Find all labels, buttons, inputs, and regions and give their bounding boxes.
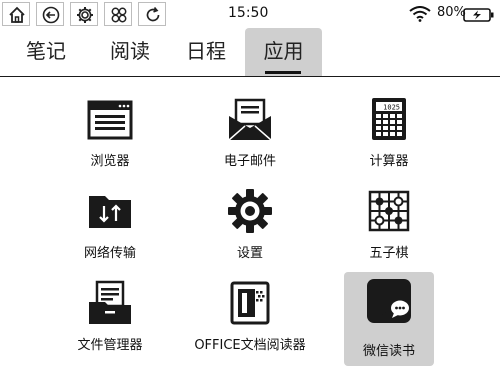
back-button[interactable]	[36, 2, 64, 26]
gomoku-board-icon	[368, 190, 410, 232]
mail-icon	[228, 98, 272, 141]
app-label: 文件管理器	[77, 338, 143, 353]
app-label: 浏览器	[90, 154, 130, 169]
browser-icon	[87, 100, 133, 140]
transfer-folder-icon	[89, 196, 131, 228]
app-gomoku[interactable]: 五子棋	[344, 186, 434, 274]
app-label: 电子邮件	[223, 154, 276, 169]
app-label: 计算器	[369, 154, 409, 169]
app-launcher-screen: 15:50 80% 笔记 阅读 日程 应用 浏览器 电子邮件 1025 计算器 …	[0, 0, 500, 367]
apps-button[interactable]	[104, 2, 132, 26]
app-network-transfer[interactable]: 网络传输	[65, 186, 155, 274]
tab-apps[interactable]: 应用	[245, 28, 322, 76]
calculator-icon: 1025	[372, 98, 406, 140]
app-label: 微信读书	[362, 344, 415, 359]
gear-icon	[228, 189, 272, 233]
battery-percentage: 80%	[437, 5, 466, 20]
calculator-display: 1025	[383, 104, 400, 112]
home-button[interactable]	[2, 2, 30, 26]
office-reader-icon	[230, 281, 270, 325]
home-icon	[9, 6, 25, 23]
gear-icon	[77, 7, 93, 23]
active-tab-indicator	[265, 71, 301, 74]
wechat-read-icon	[367, 279, 411, 323]
app-office-reader[interactable]: OFFICE文档阅读器	[194, 278, 306, 366]
file-manager-icon	[89, 280, 131, 324]
app-settings[interactable]: 设置	[205, 186, 295, 274]
settings-button[interactable]	[70, 2, 98, 26]
tab-notes[interactable]: 笔记	[14, 28, 78, 76]
app-label: 设置	[236, 246, 263, 261]
tab-schedule[interactable]: 日程	[174, 28, 238, 76]
app-file-manager[interactable]: 文件管理器	[65, 278, 155, 366]
tab-bar: 笔记 阅读 日程 应用	[0, 28, 500, 77]
clover-grid-icon	[111, 7, 127, 23]
status-bar: 15:50 80%	[0, 0, 500, 29]
tab-reading[interactable]: 阅读	[98, 28, 162, 76]
app-label: OFFICE文档阅读器	[194, 338, 306, 353]
app-label: 网络传输	[83, 246, 136, 261]
refresh-button[interactable]	[138, 2, 166, 26]
app-label: 五子棋	[369, 246, 409, 261]
battery-charging-icon	[463, 8, 494, 22]
app-browser[interactable]: 浏览器	[65, 94, 155, 182]
back-arrow-icon	[42, 6, 60, 24]
clock-time: 15:50	[228, 5, 269, 21]
app-calculator[interactable]: 1025 计算器	[344, 94, 434, 182]
refresh-icon	[146, 6, 160, 22]
wifi-icon	[409, 6, 431, 22]
app-wechat-read[interactable]: 微信读书	[344, 272, 434, 366]
app-email[interactable]: 电子邮件	[205, 94, 295, 182]
